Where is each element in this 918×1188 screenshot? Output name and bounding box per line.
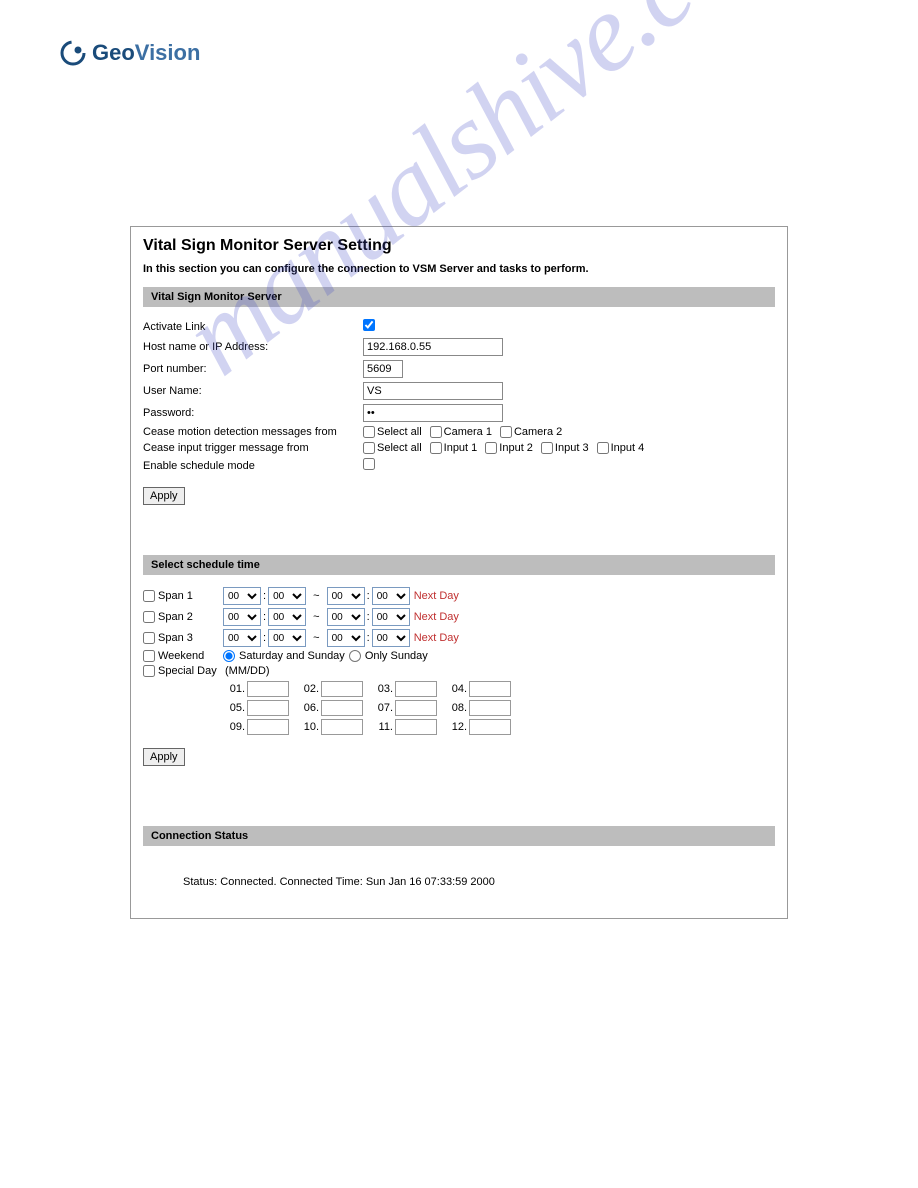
- host-input[interactable]: [363, 338, 503, 356]
- special-num-11: 11.: [371, 721, 393, 733]
- span1-end-min[interactable]: 00: [372, 587, 410, 605]
- cease-motion-cam2-label: Camera 2: [514, 426, 562, 438]
- password-input[interactable]: [363, 404, 503, 422]
- special-input-12[interactable]: [469, 719, 511, 735]
- span3-next-day: Next Day: [414, 632, 459, 644]
- span2-start-hour[interactable]: 00: [223, 608, 261, 626]
- logo: GeoVision: [60, 40, 858, 66]
- special-input-7[interactable]: [395, 700, 437, 716]
- activate-link-label: Activate Link: [143, 321, 363, 333]
- special-input-1[interactable]: [247, 681, 289, 697]
- cease-input-4-label: Input 4: [611, 442, 645, 454]
- span2-checkbox[interactable]: [143, 611, 155, 623]
- span2-end-hour[interactable]: 00: [327, 608, 365, 626]
- host-label: Host name or IP Address:: [143, 341, 363, 353]
- connection-status-text: Status: Connected. Connected Time: Sun J…: [183, 876, 775, 888]
- span1-checkbox[interactable]: [143, 590, 155, 602]
- special-input-6[interactable]: [321, 700, 363, 716]
- username-label: User Name:: [143, 385, 363, 397]
- span1-label: Span 1: [158, 590, 193, 602]
- span3-end-min[interactable]: 00: [372, 629, 410, 647]
- page-description: In this section you can configure the co…: [143, 263, 775, 275]
- special-input-5[interactable]: [247, 700, 289, 716]
- special-day-grid: 01. 02. 03. 04. 05. 06. 07. 08. 09. 10. …: [223, 681, 775, 735]
- special-input-3[interactable]: [395, 681, 437, 697]
- page-title: Vital Sign Monitor Server Setting: [143, 237, 775, 255]
- cease-input-3-checkbox[interactable]: [541, 442, 553, 454]
- enable-schedule-checkbox[interactable]: [363, 458, 375, 470]
- span1-start-min[interactable]: 00: [268, 587, 306, 605]
- span2-end-min[interactable]: 00: [372, 608, 410, 626]
- special-num-12: 12.: [445, 721, 467, 733]
- port-label: Port number:: [143, 363, 363, 375]
- only-sun-radio[interactable]: [349, 650, 361, 662]
- span3-label: Span 3: [158, 632, 193, 644]
- special-num-5: 05.: [223, 702, 245, 714]
- cease-motion-cam1-checkbox[interactable]: [430, 426, 442, 438]
- cease-motion-label: Cease motion detection messages from: [143, 426, 363, 438]
- cease-input-2-checkbox[interactable]: [485, 442, 497, 454]
- span1-next-day: Next Day: [414, 590, 459, 602]
- activate-link-checkbox[interactable]: [363, 319, 375, 331]
- special-num-1: 01.: [223, 683, 245, 695]
- special-input-9[interactable]: [247, 719, 289, 735]
- weekend-checkbox[interactable]: [143, 650, 155, 662]
- apply-button-1[interactable]: Apply: [143, 487, 185, 505]
- span1-start-hour[interactable]: 00: [223, 587, 261, 605]
- cease-input-1-checkbox[interactable]: [430, 442, 442, 454]
- special-day-checkbox[interactable]: [143, 665, 155, 677]
- special-num-10: 10.: [297, 721, 319, 733]
- weekend-label: Weekend: [158, 650, 204, 662]
- cease-input-2-label: Input 2: [499, 442, 533, 454]
- span2-next-day: Next Day: [414, 611, 459, 623]
- span2-start-min[interactable]: 00: [268, 608, 306, 626]
- special-input-4[interactable]: [469, 681, 511, 697]
- cease-motion-all-label: Select all: [377, 426, 422, 438]
- cease-motion-cam1-label: Camera 1: [444, 426, 492, 438]
- cease-motion-all-checkbox[interactable]: [363, 426, 375, 438]
- cease-input-3-label: Input 3: [555, 442, 589, 454]
- span3-checkbox[interactable]: [143, 632, 155, 644]
- special-input-11[interactable]: [395, 719, 437, 735]
- section-schedule: Select schedule time: [143, 555, 775, 575]
- span1-end-hour[interactable]: 00: [327, 587, 365, 605]
- special-num-8: 08.: [445, 702, 467, 714]
- port-input[interactable]: [363, 360, 403, 378]
- cease-motion-cam2-checkbox[interactable]: [500, 426, 512, 438]
- special-day-label: Special Day: [158, 665, 217, 677]
- cease-input-4-checkbox[interactable]: [597, 442, 609, 454]
- special-num-4: 04.: [445, 683, 467, 695]
- special-num-3: 03.: [371, 683, 393, 695]
- special-input-2[interactable]: [321, 681, 363, 697]
- sat-sun-label: Saturday and Sunday: [239, 650, 345, 662]
- only-sun-label: Only Sunday: [365, 650, 428, 662]
- special-num-6: 06.: [297, 702, 319, 714]
- span3-end-hour[interactable]: 00: [327, 629, 365, 647]
- cease-input-all-label: Select all: [377, 442, 422, 454]
- logo-text-vision: Vision: [135, 40, 201, 66]
- special-num-2: 02.: [297, 683, 319, 695]
- enable-schedule-label: Enable schedule mode: [143, 460, 363, 472]
- special-num-7: 07.: [371, 702, 393, 714]
- special-num-9: 09.: [223, 721, 245, 733]
- cease-input-all-checkbox[interactable]: [363, 442, 375, 454]
- logo-text-geo: Geo: [92, 40, 135, 66]
- logo-icon: [60, 40, 86, 66]
- password-label: Password:: [143, 407, 363, 419]
- cease-input-label: Cease input trigger message from: [143, 442, 363, 454]
- settings-panel: Vital Sign Monitor Server Setting In thi…: [130, 226, 788, 919]
- span2-label: Span 2: [158, 611, 193, 623]
- special-input-8[interactable]: [469, 700, 511, 716]
- cease-input-1-label: Input 1: [444, 442, 478, 454]
- apply-button-2[interactable]: Apply: [143, 748, 185, 766]
- span3-start-min[interactable]: 00: [268, 629, 306, 647]
- section-connection-status: Connection Status: [143, 826, 775, 846]
- username-input[interactable]: [363, 382, 503, 400]
- special-input-10[interactable]: [321, 719, 363, 735]
- span3-start-hour[interactable]: 00: [223, 629, 261, 647]
- section-vsm-server: Vital Sign Monitor Server: [143, 287, 775, 307]
- mmdd-label: (MM/DD): [225, 665, 270, 677]
- sat-sun-radio[interactable]: [223, 650, 235, 662]
